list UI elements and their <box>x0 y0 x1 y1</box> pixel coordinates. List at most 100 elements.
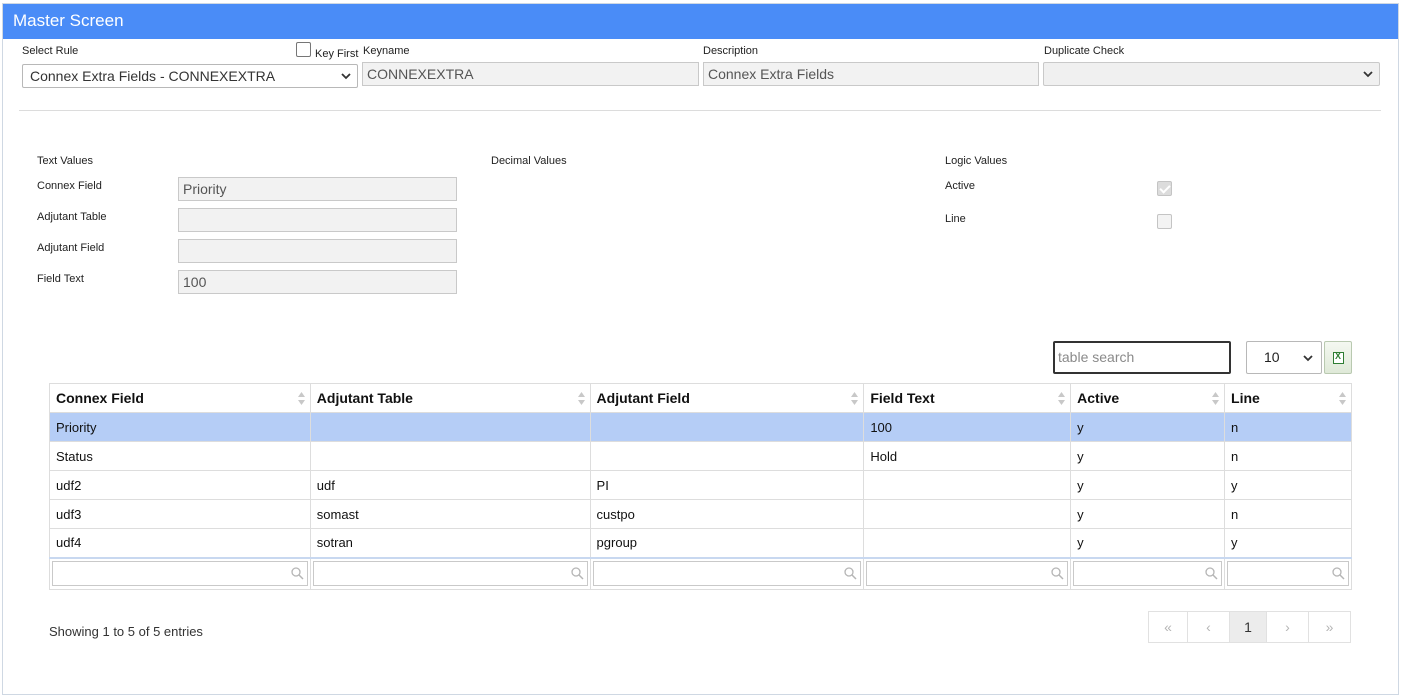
table-cell: somast <box>309 499 591 529</box>
last-page-button[interactable]: » <box>1308 611 1351 643</box>
field-text-label: Field Text <box>37 273 84 285</box>
active-checkbox[interactable] <box>1157 181 1172 196</box>
line-label: Line <box>945 213 966 225</box>
table-cell: Hold <box>863 441 1072 471</box>
excel-export-button[interactable]: X <box>1324 341 1352 374</box>
adjutant-table-input[interactable] <box>178 208 457 232</box>
search-icon <box>1332 567 1345 580</box>
previous-page-button[interactable]: ‹ <box>1187 611 1230 643</box>
table-row[interactable]: Priority 100 y n <box>49 412 1352 442</box>
sort-icon <box>297 392 305 405</box>
connex-field-label: Connex Field <box>37 180 102 192</box>
table-cell <box>863 528 1072 558</box>
sort-icon <box>851 392 859 405</box>
text-values-heading: Text Values <box>37 155 94 167</box>
search-icon <box>570 567 584 580</box>
table-cell: Priority <box>49 412 311 442</box>
chevron-down-icon <box>1363 71 1373 78</box>
column-filter-input[interactable] <box>1073 561 1223 587</box>
data-table: Connex Field Adjutant Table Adjutant Fie… <box>49 383 1352 590</box>
table-cell <box>863 470 1072 500</box>
select-rule-dropdown[interactable]: Connex Extra Fields - CONNEXEXTRA <box>22 64 358 88</box>
table-cell: udf2 <box>49 470 311 500</box>
table-cell: udf4 <box>49 528 311 558</box>
column-filter-input[interactable] <box>592 561 862 587</box>
adjutant-field-label: Adjutant Field <box>37 242 105 254</box>
table-cell <box>309 441 591 471</box>
table-row[interactable]: udf2 udf PI y y <box>49 470 1352 500</box>
table-row[interactable]: udf4 sotran pgroup y y <box>49 528 1352 558</box>
table-cell: y <box>1070 470 1226 500</box>
column-header-field-text[interactable]: Field Text <box>863 383 1072 413</box>
table-cell: y <box>1224 528 1352 558</box>
table-cell: n <box>1224 499 1352 529</box>
next-page-button[interactable]: › <box>1266 611 1309 643</box>
table-cell: y <box>1070 528 1226 558</box>
table-cell <box>589 441 865 471</box>
page-1-button[interactable]: 1 <box>1229 611 1267 643</box>
excel-export-icon: X <box>1333 351 1344 364</box>
table-cell: n <box>1224 412 1352 442</box>
search-icon <box>1205 567 1218 580</box>
table-cell: n <box>1224 441 1352 471</box>
description-field[interactable]: Connex Extra Fields <box>703 62 1039 86</box>
column-header-connex-field[interactable]: Connex Field <box>49 383 311 413</box>
sort-icon <box>577 392 585 405</box>
logic-values-heading: Logic Values <box>945 155 1008 167</box>
connex-field-input[interactable]: Priority <box>178 177 457 201</box>
line-checkbox[interactable] <box>1157 214 1172 229</box>
key-first-checkbox[interactable] <box>296 42 311 57</box>
active-label: Active <box>945 180 975 192</box>
table-cell: udf3 <box>49 499 311 529</box>
search-icon <box>291 567 304 580</box>
table-cell: PI <box>589 470 865 500</box>
description-label: Description <box>703 45 759 57</box>
table-header-row: Connex Field Adjutant Table Adjutant Fie… <box>49 383 1352 413</box>
decimal-values-heading: Decimal Values <box>491 155 567 167</box>
adjutant-table-label: Adjutant Table <box>37 211 107 223</box>
column-filter-input[interactable] <box>1227 561 1349 587</box>
sort-icon <box>1212 392 1220 405</box>
keyname-field[interactable]: CONNEXEXTRA <box>362 62 699 86</box>
column-header-active[interactable]: Active <box>1070 383 1226 413</box>
adjutant-field-input[interactable] <box>178 239 457 263</box>
keyname-label: Keyname <box>363 45 410 57</box>
column-header-adjutant-field[interactable]: Adjutant Field <box>589 383 865 413</box>
table-cell: pgroup <box>589 528 865 558</box>
table-cell: sotran <box>309 528 591 558</box>
column-filter-input[interactable] <box>312 561 588 587</box>
table-cell <box>309 412 591 442</box>
table-row[interactable]: Status Hold y n <box>49 441 1352 471</box>
pagination: « ‹ 1 › » <box>1148 611 1351 643</box>
table-cell <box>863 499 1072 529</box>
duplicate-check-dropdown[interactable] <box>1043 62 1380 86</box>
table-cell <box>589 412 865 442</box>
table-cell: y <box>1224 470 1352 500</box>
table-search-input[interactable]: table search <box>1053 341 1231 374</box>
chevron-down-icon <box>1303 355 1313 362</box>
column-header-adjutant-table[interactable]: Adjutant Table <box>309 383 591 413</box>
table-cell: Status <box>49 441 311 471</box>
search-icon <box>1051 567 1064 580</box>
divider <box>19 110 1381 111</box>
column-filter-input[interactable] <box>866 561 1069 587</box>
sort-icon <box>1339 392 1346 405</box>
key-first-label: Key First <box>315 48 359 60</box>
table-cell: custpo <box>589 499 865 529</box>
table-cell: y <box>1070 441 1226 471</box>
select-rule-value: Connex Extra Fields - CONNEXEXTRA <box>30 68 276 84</box>
chevron-down-icon <box>341 73 351 80</box>
table-cell: 100 <box>863 412 1072 442</box>
table-cell: y <box>1070 412 1226 442</box>
duplicate-check-label: Duplicate Check <box>1044 45 1125 57</box>
field-text-input[interactable]: 100 <box>178 270 457 294</box>
column-header-line[interactable]: Line <box>1224 383 1352 413</box>
column-filter-input[interactable] <box>52 561 308 587</box>
first-page-button[interactable]: « <box>1148 611 1188 643</box>
page-size-value: 10 <box>1264 349 1280 365</box>
table-cell: udf <box>309 470 591 500</box>
sort-icon <box>1058 392 1066 405</box>
search-icon <box>844 567 857 580</box>
page-size-select[interactable]: 10 <box>1246 341 1322 374</box>
table-row[interactable]: udf3 somast custpo y n <box>49 499 1352 529</box>
